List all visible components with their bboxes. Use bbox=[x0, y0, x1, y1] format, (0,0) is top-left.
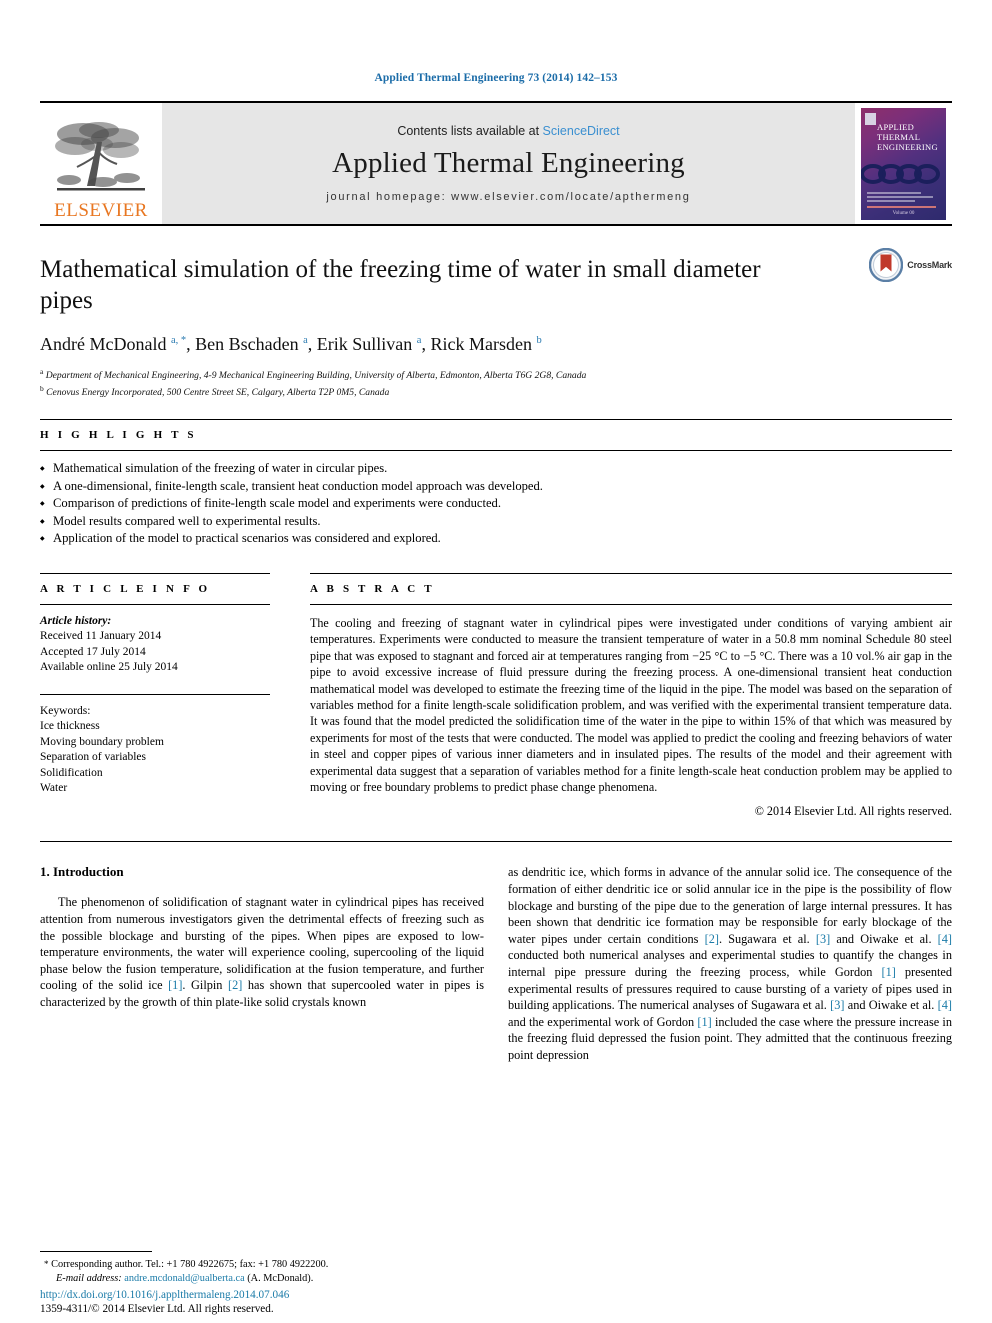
body-column-left: 1. Introduction The phenomenon of solidi… bbox=[40, 864, 484, 1063]
highlights-list: Mathematical simulation of the freezing … bbox=[40, 451, 952, 547]
body-top-rule bbox=[40, 841, 952, 843]
list-item: A one-dimensional, finite-length scale, … bbox=[40, 478, 952, 495]
list-item: Application of the model to practical sc… bbox=[40, 530, 952, 547]
abstract-column: A B S T R A C T The cooling and freezing… bbox=[310, 572, 952, 819]
abstract-top-rule bbox=[310, 572, 952, 574]
highlights-heading: H I G H L I G H T S bbox=[40, 429, 197, 442]
elsevier-wordmark: ELSEVIER bbox=[54, 200, 148, 221]
info-abstract-section: A R T I C L E I N F O Article history: R… bbox=[40, 572, 952, 819]
keyword-item: Moving boundary problem bbox=[40, 735, 164, 748]
corresponding-author-footnote: * Corresponding author. Tel.: +1 780 492… bbox=[40, 1251, 484, 1286]
affiliation-a: a Department of Mechanical Engineering, … bbox=[40, 367, 587, 382]
keyword-item: Water bbox=[40, 782, 68, 795]
cover-artwork: APPLIED THERMAL ENGINEERING Volume 00 bbox=[861, 107, 946, 220]
footnote-corresponding-line: * Corresponding author. Tel.: +1 780 492… bbox=[44, 1259, 329, 1270]
crossmark-label: CrossMark bbox=[907, 260, 952, 270]
cover-text-lines bbox=[867, 191, 942, 210]
highlights-top-rule bbox=[40, 419, 952, 421]
journal-title: Applied Thermal Engineering bbox=[332, 147, 685, 179]
keywords-block: Keywords: Ice thickness Moving boundary … bbox=[40, 695, 270, 797]
cover-line-1: APPLIED bbox=[877, 121, 915, 132]
keyword-item: Solidification bbox=[40, 766, 103, 779]
footnote-email-line: E-mail address: andre.mcdonald@ualberta.… bbox=[40, 1272, 484, 1286]
journal-homepage-link[interactable]: journal homepage: www.elsevier.com/locat… bbox=[326, 191, 690, 203]
keywords-label: Keywords: bbox=[40, 704, 91, 717]
cover-title-text: APPLIED THERMAL ENGINEERING bbox=[877, 122, 938, 152]
journal-cover-thumbnail[interactable]: APPLIED THERMAL ENGINEERING Volume 00 bbox=[855, 103, 952, 224]
affiliation-list: a Department of Mechanical Engineering, … bbox=[40, 365, 952, 399]
intro-paragraph-right: as dendritic ice, which forms in advance… bbox=[508, 865, 952, 1062]
cover-line-3: ENGINEERING bbox=[877, 141, 938, 152]
article-header: CrossMark Mathematical simulation of the… bbox=[40, 226, 952, 399]
body-column-right: as dendritic ice, which forms in advance… bbox=[508, 864, 952, 1063]
running-head: Applied Thermal Engineering 73 (2014) 14… bbox=[374, 72, 618, 84]
journal-band: Contents lists available at ScienceDirec… bbox=[162, 103, 855, 224]
history-online: Available online 25 July 2014 bbox=[40, 661, 178, 674]
doi-block: http://dx.doi.org/10.1016/j.applthermale… bbox=[40, 1288, 500, 1317]
cover-chain-graphic bbox=[861, 163, 940, 184]
article-history-block: Article history: Received 11 January 201… bbox=[40, 605, 270, 676]
contents-prefix: Contents lists available at bbox=[397, 124, 543, 138]
contents-available-line: Contents lists available at ScienceDirec… bbox=[397, 124, 619, 138]
abstract-heading: A B S T R A C T bbox=[310, 582, 435, 595]
crossmark-badge[interactable]: CrossMark bbox=[869, 248, 952, 282]
cover-line-2: THERMAL bbox=[877, 131, 921, 142]
history-accepted: Accepted 17 July 2014 bbox=[40, 645, 146, 658]
doi-link[interactable]: http://dx.doi.org/10.1016/j.applthermale… bbox=[40, 1288, 500, 1302]
email-address-label: E-mail address: bbox=[56, 1273, 122, 1284]
elsevier-logo: ELSEVIER bbox=[40, 103, 162, 224]
cover-elsevier-mark bbox=[865, 112, 876, 125]
article-history-label: Article history: bbox=[40, 614, 112, 627]
cover-volume-label: Volume 00 bbox=[892, 210, 915, 216]
list-item: Mathematical simulation of the freezing … bbox=[40, 460, 952, 477]
highlights-section: H I G H L I G H T S Mathematical simulat… bbox=[40, 419, 952, 547]
intro-paragraph-left: The phenomenon of solidification of stag… bbox=[40, 895, 484, 1009]
author-list: André McDonald a, *, Ben Bschaden a, Eri… bbox=[40, 334, 542, 354]
paper-page: Applied Thermal Engineering 73 (2014) 14… bbox=[0, 0, 992, 1323]
email-link[interactable]: andre.mcdonald@ualberta.ca bbox=[124, 1273, 244, 1284]
list-item: Model results compared well to experimen… bbox=[40, 513, 952, 530]
crossmark-icon bbox=[869, 248, 904, 282]
history-received: Received 11 January 2014 bbox=[40, 630, 162, 643]
sciencedirect-link[interactable]: ScienceDirect bbox=[543, 124, 620, 138]
list-item: Comparison of predictions of finite-leng… bbox=[40, 495, 952, 512]
keyword-item: Ice thickness bbox=[40, 720, 100, 733]
elsevier-tree-icon bbox=[55, 122, 145, 191]
article-info-column: A R T I C L E I N F O Article history: R… bbox=[40, 572, 270, 819]
keyword-item: Separation of variables bbox=[40, 751, 147, 764]
footnote-rule bbox=[40, 1251, 152, 1252]
affiliation-a-text: Department of Mechanical Engineering, 4-… bbox=[45, 370, 587, 382]
info-top-rule bbox=[40, 572, 270, 574]
abstract-copyright: © 2014 Elsevier Ltd. All rights reserved… bbox=[754, 804, 952, 819]
affiliation-b-text: Cenovus Energy Incorporated, 500 Centre … bbox=[46, 387, 390, 399]
article-info-heading: A R T I C L E I N F O bbox=[40, 582, 211, 595]
issn-copyright-line: 1359-4311/© 2014 Elsevier Ltd. All right… bbox=[40, 1303, 274, 1315]
body-columns: 1. Introduction The phenomenon of solidi… bbox=[40, 864, 952, 1063]
email-suffix: (A. McDonald). bbox=[247, 1273, 314, 1284]
abstract-text: The cooling and freezing of stagnant wat… bbox=[310, 615, 952, 794]
page-title: Mathematical simulation of the freezing … bbox=[40, 256, 761, 314]
journal-masthead: ELSEVIER Contents lists available at Sci… bbox=[40, 101, 952, 224]
affiliation-b: b Cenovus Energy Incorporated, 500 Centr… bbox=[40, 384, 390, 399]
section-title-introduction: 1. Introduction bbox=[40, 864, 124, 880]
